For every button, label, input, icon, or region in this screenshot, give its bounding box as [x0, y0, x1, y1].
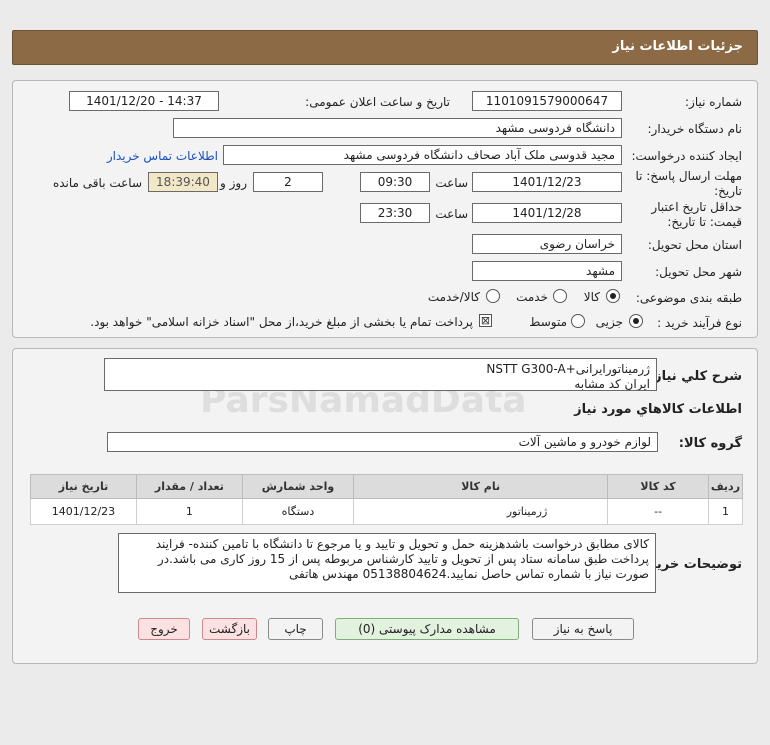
deadline-time-field: 09:30 — [360, 172, 430, 192]
description-box: ژرمیناتورایرانی+NSTT G300-A ایران کد مشا… — [104, 358, 657, 391]
print-button[interactable]: چاپ — [268, 618, 323, 640]
goods-section-title: اطلاعات کالاهاي مورد نياز — [574, 402, 742, 417]
announce-field: 1401/12/20 - 14:37 — [69, 91, 219, 111]
reply-button[interactable]: پاسخ به نیاز — [532, 618, 634, 640]
goods-table-header: ردیف کد کالا نام کالا واحد شمارش تعداد /… — [30, 474, 744, 499]
deadline-time-word: ساعت — [435, 176, 468, 190]
col-date: تاریخ نیاز — [30, 474, 137, 499]
exit-button[interactable]: خروج — [138, 618, 190, 640]
cell-unit: دستگاه — [241, 498, 355, 525]
province-field: خراسان رضوی — [472, 234, 622, 254]
province-label: استان محل تحویل: — [647, 238, 742, 252]
buyer-org-field: دانشگاه فردوسی مشهد — [173, 118, 622, 138]
deadline-label-line1: مهلت ارسال پاسخ: تا — [635, 169, 742, 183]
announce-label: تاریخ و ساعت اعلان عمومی: — [305, 95, 450, 109]
creator-label: ایجاد کننده درخواست: — [631, 149, 742, 163]
days-field: 2 — [253, 172, 323, 192]
process-label: نوع فرآیند خرید : — [657, 316, 742, 330]
col-code: کد کالا — [607, 474, 709, 499]
buyer-notes-box: کالای مطابق درخواست باشدهزینه حمل و تحوی… — [118, 533, 656, 593]
validity-label: حداقل تاریخ اعتبار قیمت: تا تاریخ: — [651, 200, 742, 230]
table-row: 1 -- ژرمیناتور دستگاه 1 1401/12/23 — [30, 498, 744, 525]
remaining-time-field: 18:39:40 — [148, 172, 218, 192]
page-title: جزئیات اطلاعات نیاز — [612, 39, 743, 54]
back-button[interactable]: بازگشت — [202, 618, 257, 640]
need-number-field: 1101091579000647 — [472, 91, 622, 111]
category-goods-label: کالا — [583, 290, 600, 304]
page-title-bar: جزئیات اطلاعات نیاز — [12, 30, 758, 65]
validity-time-field: 23:30 — [360, 203, 430, 223]
cell-code: -- — [607, 498, 709, 525]
days-word: روز و — [220, 176, 247, 190]
remaining-label: ساعت باقی مانده — [52, 176, 142, 190]
category-service-label: خدمت — [516, 290, 548, 304]
col-row: ردیف — [707, 474, 744, 499]
attachments-button[interactable]: مشاهده مدارک پیوستی (0) — [335, 618, 519, 640]
goods-table: ردیف کد کالا نام کالا واحد شمارش تعداد /… — [30, 474, 744, 525]
buyer-org-label: نام دستگاه خریدار: — [647, 122, 743, 136]
validity-label-line2: قیمت: تا تاریخ: — [667, 215, 742, 229]
need-number-label: شماره نیاز: — [685, 95, 742, 109]
city-field: مشهد — [472, 261, 622, 281]
process-medium-label: متوسط — [529, 315, 567, 329]
validity-date-field: 1401/12/28 — [472, 203, 622, 223]
buyer-contact-link[interactable]: اطلاعات تماس خریدار — [107, 149, 218, 163]
cell-name: ژرمیناتور — [353, 498, 609, 525]
validity-time-word: ساعت — [435, 207, 468, 221]
col-name: نام کالا — [353, 474, 609, 499]
deadline-date-field: 1401/12/23 — [472, 172, 622, 192]
description-line-2: ایران کد مشابه — [574, 377, 650, 391]
city-label: شهر محل تحویل: — [655, 265, 742, 279]
category-goods-radio[interactable] — [606, 289, 620, 303]
cell-qty: 1 — [135, 498, 243, 525]
cell-date: 1401/12/23 — [30, 498, 137, 525]
deadline-label-line2: تاریخ: — [714, 184, 742, 198]
category-both-label: کالا/خدمت — [427, 290, 480, 304]
cell-row: 1 — [707, 498, 744, 525]
treasury-payment-checkbox[interactable]: ⊠ — [479, 314, 492, 327]
process-minor-label: جزیی — [595, 315, 623, 329]
creator-field: مجید قدوسی ملک آباد صحاف دانشگاه فردوسی … — [223, 145, 622, 165]
description-label: شرح کلي نياز: — [648, 369, 742, 384]
col-unit: واحد شمارش — [241, 474, 355, 499]
category-label: طبقه بندی موضوعی: — [635, 291, 742, 305]
category-service-radio[interactable] — [553, 289, 567, 303]
description-line-1: ژرمیناتورایرانی+NSTT G300-A — [486, 362, 650, 376]
treasury-payment-text: پرداخت تمام یا بخشی از مبلغ خرید،از محل … — [90, 315, 473, 329]
goods-group-label: گروه کالا: — [678, 436, 742, 451]
goods-group-field: لوازم خودرو و ماشین آلات — [107, 432, 658, 452]
process-medium-radio[interactable] — [571, 314, 585, 328]
deadline-label: مهلت ارسال پاسخ: تا تاریخ: — [635, 169, 742, 199]
category-both-radio[interactable] — [486, 289, 500, 303]
validity-label-line1: حداقل تاریخ اعتبار — [651, 200, 742, 214]
col-qty: تعداد / مقدار — [135, 474, 243, 499]
process-minor-radio[interactable] — [629, 314, 643, 328]
